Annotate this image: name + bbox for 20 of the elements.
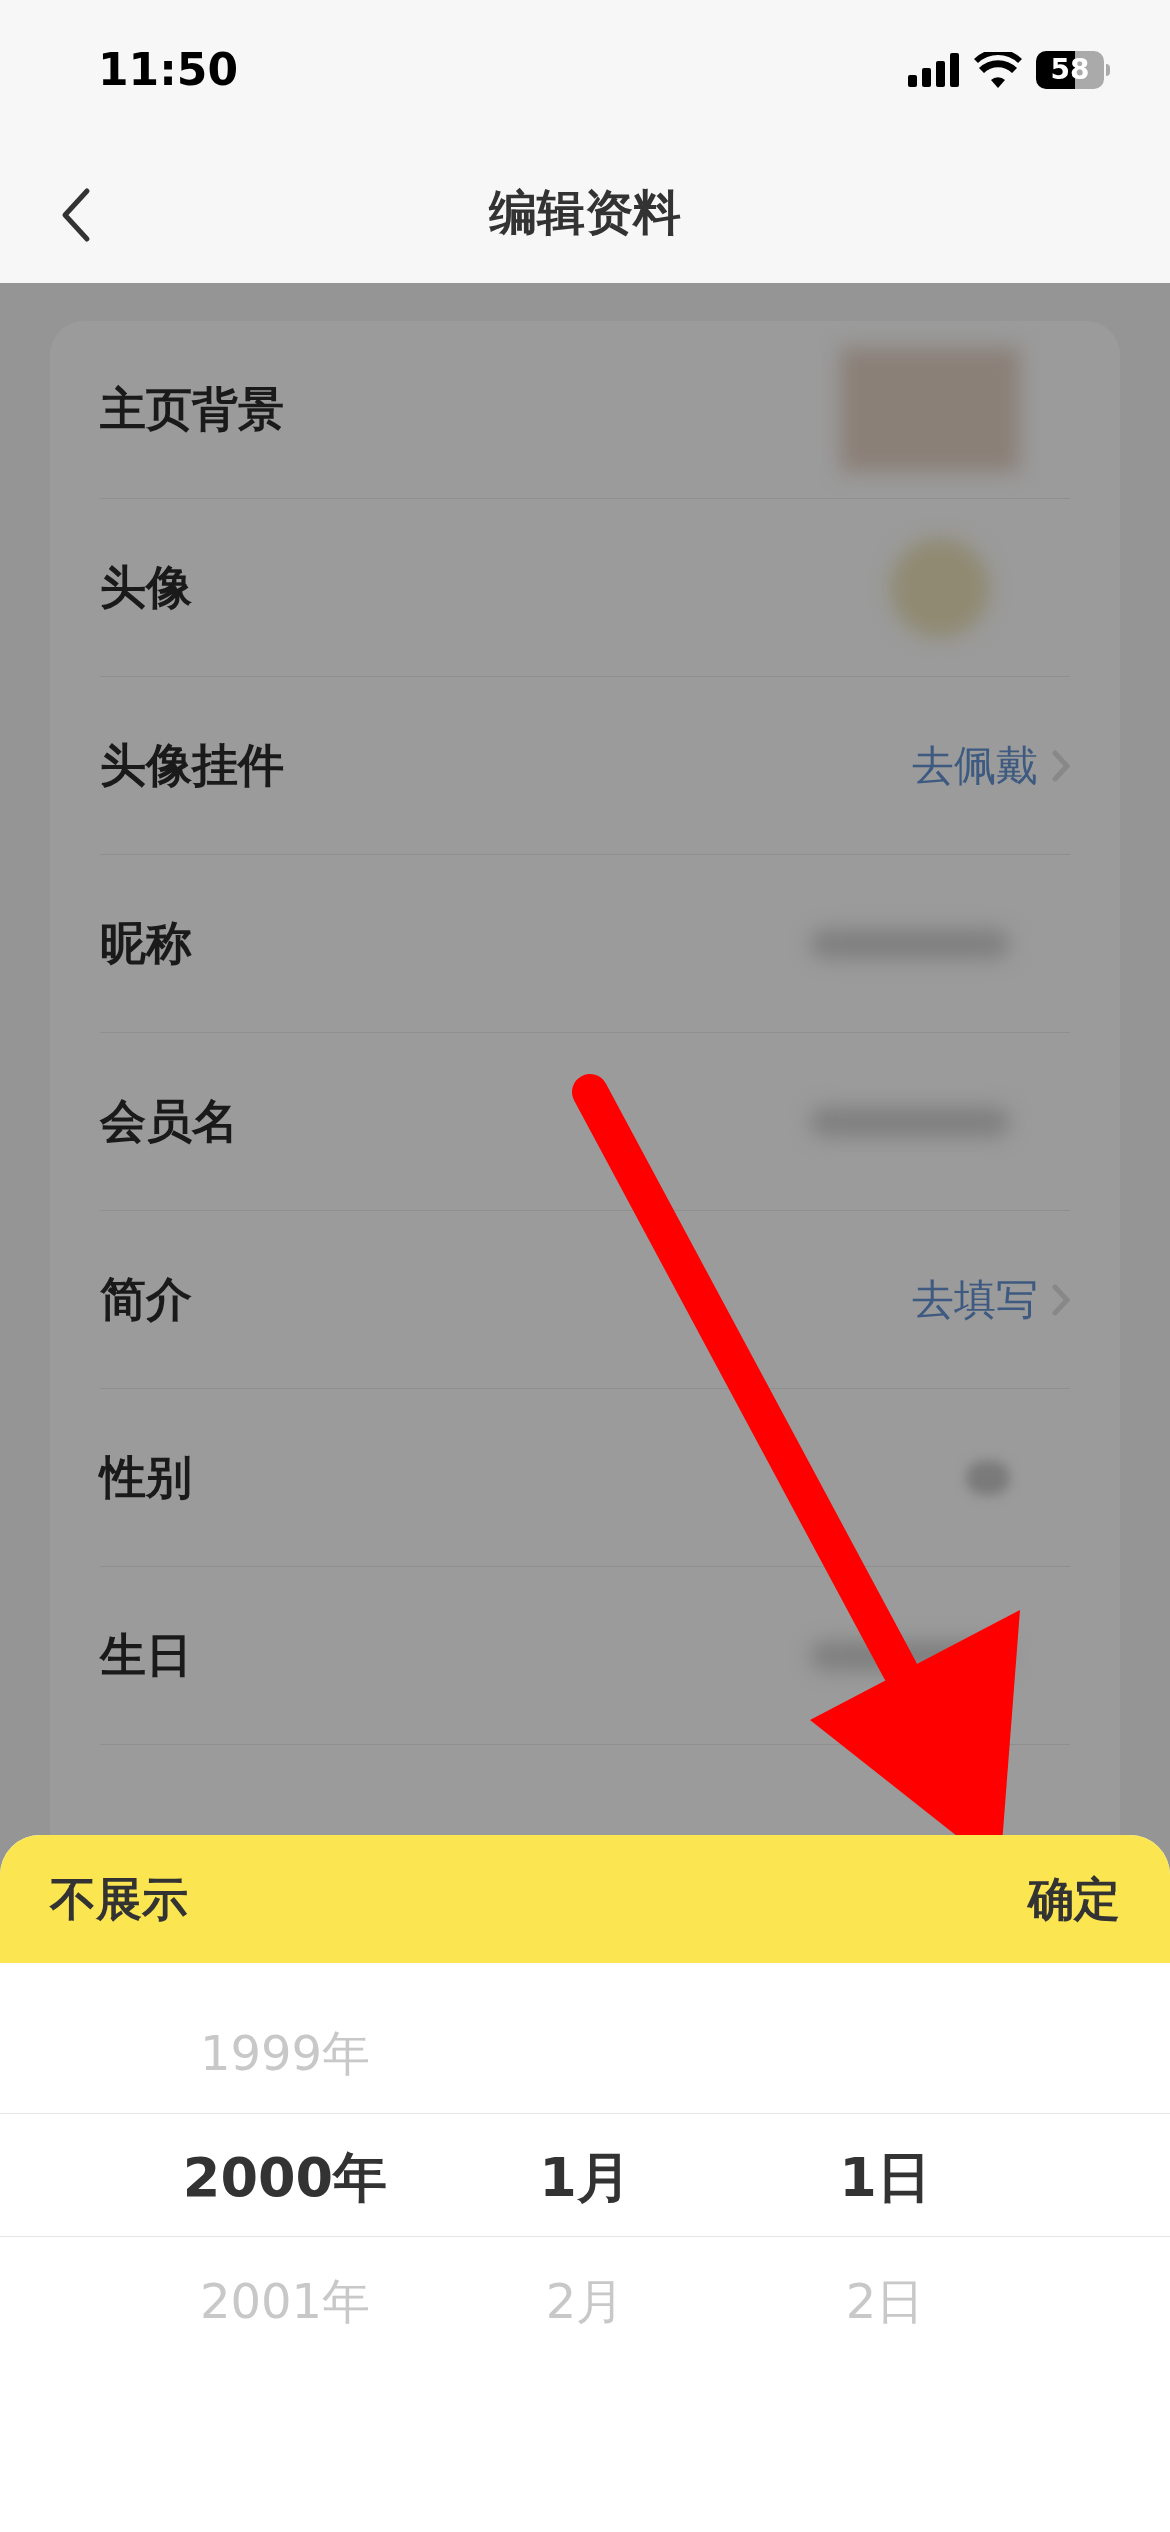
- page-title: 编辑资料: [489, 182, 681, 242]
- row-label: 主页背景: [100, 381, 284, 438]
- row-label: 生日: [100, 1627, 192, 1684]
- row-label: 性别: [100, 1449, 192, 1506]
- signal-icon: [908, 53, 960, 87]
- row-link[interactable]: 去填写: [912, 1268, 1070, 1331]
- status-time: 11:50: [98, 43, 239, 97]
- row-label: 会员名: [100, 1093, 238, 1150]
- cancel-button[interactable]: 不展示: [50, 1864, 188, 1934]
- row-label: 头像: [100, 559, 192, 616]
- row-label: 昵称: [100, 915, 192, 972]
- picker-option[interactable]: 1月: [539, 2115, 631, 2239]
- wifi-icon: [974, 52, 1022, 88]
- blurred-text: [966, 1460, 1010, 1495]
- row-link[interactable]: 去佩戴: [912, 734, 1070, 797]
- row-label: 简介: [100, 1271, 192, 1328]
- confirm-button[interactable]: 确定: [1028, 1864, 1120, 1934]
- picker-option[interactable]: 1日: [839, 2115, 931, 2239]
- picker-option[interactable]: 2000年: [182, 2115, 388, 2239]
- row-label: 头像挂件: [100, 737, 284, 794]
